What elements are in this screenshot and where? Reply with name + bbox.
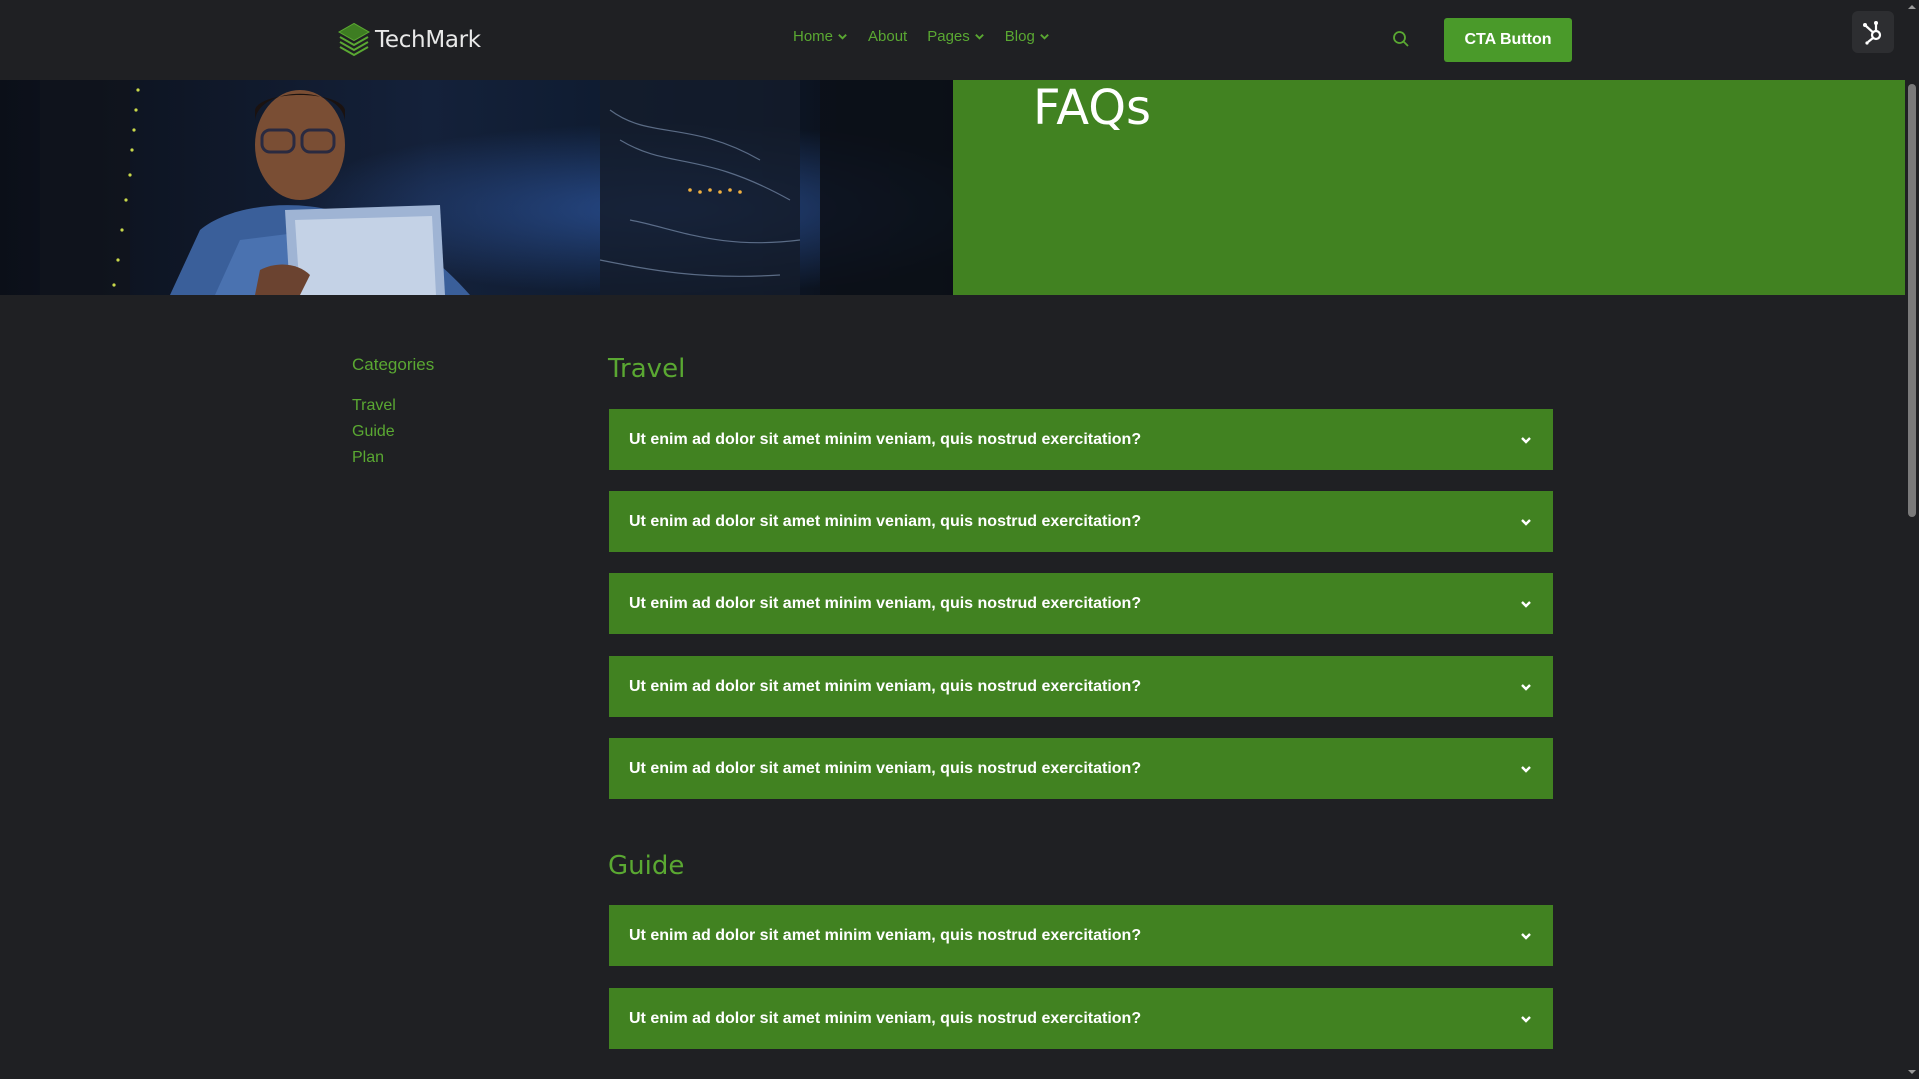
chevron-down-icon <box>1521 932 1531 940</box>
chevron-down-icon <box>1521 683 1531 691</box>
page-title: FAQs <box>1033 80 1151 136</box>
layered-diamond-logo-icon <box>337 22 371 57</box>
sidebar-link-travel[interactable]: Travel <box>352 397 434 415</box>
faq-question: Ut enim ad dolor sit amet minim veniam, … <box>629 926 1142 944</box>
faq-item[interactable]: Ut enim ad dolor sit amet minim veniam, … <box>609 409 1553 470</box>
categories-sidebar: Categories Travel Guide Plan <box>352 355 434 475</box>
nav-label: Blog <box>1004 28 1035 45</box>
hero-image <box>0 80 953 295</box>
nav-item-home[interactable]: Home <box>793 28 848 45</box>
brand-name: TechMark <box>375 27 481 53</box>
scroll-down-arrow-icon[interactable] <box>1907 1067 1917 1077</box>
faq-item[interactable]: Ut enim ad dolor sit amet minim veniam, … <box>609 573 1553 634</box>
nav-label: About <box>868 28 908 45</box>
hero-photo <box>0 80 953 295</box>
page-scrollbar[interactable] <box>1905 0 1919 1079</box>
faq-question: Ut enim ad dolor sit amet minim veniam, … <box>629 430 1142 448</box>
faq-question: Ut enim ad dolor sit amet minim veniam, … <box>629 677 1142 695</box>
chevron-down-icon <box>838 34 847 40</box>
nav-label: Home <box>793 28 834 45</box>
faq-item[interactable]: Ut enim ad dolor sit amet minim veniam, … <box>609 738 1553 799</box>
faq-item[interactable]: Ut enim ad dolor sit amet minim veniam, … <box>609 491 1553 552</box>
hero-banner: FAQs <box>953 80 1905 295</box>
sidebar-link-guide[interactable]: Guide <box>352 423 434 441</box>
chevron-down-icon <box>1521 518 1531 526</box>
faq-question: Ut enim ad dolor sit amet minim veniam, … <box>629 594 1142 612</box>
chevron-down-icon <box>1521 436 1531 444</box>
chevron-down-icon <box>974 34 984 40</box>
faq-item[interactable]: Ut enim ad dolor sit amet minim veniam, … <box>609 905 1553 966</box>
faq-item[interactable]: Ut enim ad dolor sit amet minim veniam, … <box>609 656 1553 717</box>
chevron-down-icon <box>1521 600 1531 608</box>
chevron-down-icon <box>1039 34 1049 40</box>
nav-label: Pages <box>927 28 970 45</box>
main-nav: Home About Pages Blog <box>793 28 1070 45</box>
section-title-guide: Guide <box>608 851 685 881</box>
chevron-down-icon <box>1521 1015 1531 1023</box>
nav-item-about[interactable]: About <box>868 28 907 45</box>
section-title-travel: Travel <box>608 354 686 384</box>
brand-logo[interactable]: TechMark <box>337 20 481 60</box>
cta-button[interactable]: CTA Button <box>1444 18 1572 62</box>
sidebar-title: Categories <box>352 355 435 374</box>
scrollbar-thumb[interactable] <box>1908 84 1916 517</box>
nav-item-pages[interactable]: Pages <box>927 28 985 45</box>
site-header: TechMark Home About Pages Blog CTA Butto… <box>0 0 1905 80</box>
hubspot-button[interactable] <box>1852 11 1894 53</box>
sidebar-link-plan[interactable]: Plan <box>352 449 434 467</box>
nav-item-blog[interactable]: Blog <box>1005 28 1050 45</box>
search-icon[interactable] <box>1392 30 1410 48</box>
scroll-up-arrow-icon[interactable] <box>1907 2 1917 12</box>
faq-question: Ut enim ad dolor sit amet minim veniam, … <box>629 759 1142 777</box>
chevron-down-icon <box>1521 765 1531 773</box>
hubspot-sprocket-icon <box>1863 21 1882 45</box>
faq-question: Ut enim ad dolor sit amet minim veniam, … <box>629 512 1142 530</box>
faq-question: Ut enim ad dolor sit amet minim veniam, … <box>629 1009 1142 1027</box>
faq-item[interactable]: Ut enim ad dolor sit amet minim veniam, … <box>609 988 1553 1049</box>
